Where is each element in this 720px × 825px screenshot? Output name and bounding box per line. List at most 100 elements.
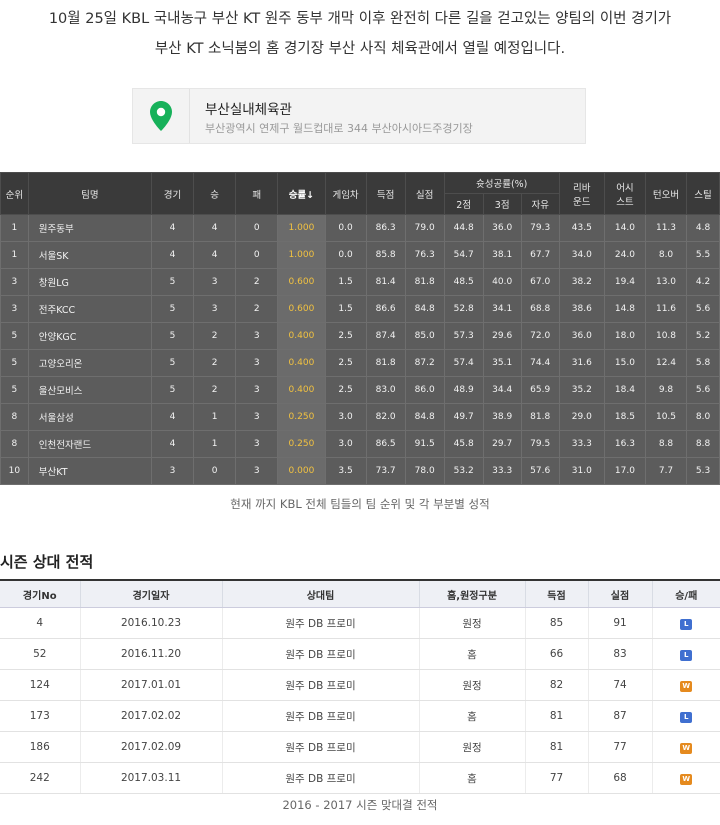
standings-cell-rank: 10 [0,457,29,485]
standings-row[interactable]: 5 안양KGC 5 2 3 0.400 2.5 87.4 85.0 57.3 29.6 72.0 36.… [0,322,720,350]
standings-cell-rank: 8 [0,430,29,458]
col-pct-sorted[interactable]: 승률↓ [277,172,326,215]
standings-cell-rank: 8 [0,403,29,431]
standings-cell-fg3: 36.0 [482,214,522,242]
col-gb[interactable]: 게임차 [324,172,367,215]
standings-cell-to: 8.0 [644,241,688,269]
standings-row[interactable]: 3 전주KCC 5 3 2 0.600 1.5 86.6 84.8 52.8 34.1 68.8 38.… [0,295,720,323]
h2h-cell-ha: 홈 [418,638,525,670]
standings-cell-reb: 31.6 [558,349,605,377]
standings-cell-pf: 86.6 [365,295,406,323]
h2h-row: 186 2017.02.09 원주 DB 프로미 원정 81 77 W [0,731,720,763]
standings-cell-team[interactable]: 서울삼성 [27,403,152,431]
standings-cell-rank: 5 [0,376,29,404]
standings-cell-pct: 1.000 [277,241,326,269]
col-games[interactable]: 경기 [150,172,195,215]
standings-cell-ast: 24.0 [603,241,646,269]
standings-cell-ast: 14.8 [603,295,646,323]
col-pf[interactable]: 득점 [365,172,406,215]
h2h-row: 4 2016.10.23 원주 DB 프로미 원정 85 91 L [0,607,720,639]
standings-row[interactable]: 5 울산모비스 5 2 3 0.400 2.5 83.0 86.0 48.9 34.4 65.9 35.… [0,376,720,404]
standings-cell-team[interactable]: 고양오리온 [27,349,152,377]
standings-cell-fg2: 49.7 [443,403,484,431]
h2h-col-result: 승/패 [651,579,720,608]
standings-cell-pct: 1.000 [277,214,326,242]
col-to[interactable]: 턴오버 [644,172,688,215]
standings-row[interactable]: 10 부산KT 3 0 3 0.000 3.5 73.7 78.0 53.2 33.3 57.6 31.… [0,457,720,485]
standings-cell-ast: 18.4 [603,376,646,404]
standings-cell-reb: 38.2 [558,268,605,296]
standings-cell-to: 12.4 [644,349,688,377]
standings-cell-pa: 79.0 [404,214,445,242]
standings-caption: 현재 까지 KBL 전체 팀들의 팀 순위 및 각 부분별 성적 [230,497,490,511]
standings-cell-ast: 17.0 [603,457,646,485]
venue-card[interactable]: 부산실내체육관 부산광역시 연제구 월드컵대로 344 부산아시아드주경기장 [132,88,586,144]
venue-name[interactable]: 부산실내체육관 [205,98,292,118]
standings-cell-fg2: 48.5 [443,268,484,296]
standings-cell-games: 3 [150,457,195,485]
col-pa[interactable]: 실점 [404,172,445,215]
standings-cell-team[interactable]: 서울SK [27,241,152,269]
standings-cell-pct: 0.400 [277,376,326,404]
h2h-row: 173 2017.02.02 원주 DB 프로미 홈 81 87 L [0,700,720,732]
col-rank[interactable]: 순위 [0,172,29,215]
standings-cell-stl: 5.5 [686,241,720,269]
h2h-cell-date: 2016.11.20 [79,638,222,670]
standings-cell-team[interactable]: 부산KT [27,457,152,485]
standings-cell-gb: 2.5 [324,376,367,404]
col-wins[interactable]: 승 [193,172,237,215]
standings-cell-team[interactable]: 울산모비스 [27,376,152,404]
col-losses[interactable]: 패 [235,172,279,215]
col-fg2[interactable]: 2점 [443,193,484,215]
standings-row[interactable]: 1 서울SK 4 4 0 1.000 0.0 85.8 76.3 54.7 38.1 67.7 34.0… [0,241,720,269]
standings-cell-stl: 4.2 [686,268,720,296]
standings-cell-wins: 1 [193,430,237,458]
standings-cell-fg3: 38.1 [482,241,522,269]
h2h-row: 242 2017.03.11 원주 DB 프로미 홈 77 68 W [0,762,720,794]
standings-cell-stl: 8.0 [686,403,720,431]
h2h-cell-pf: 85 [524,607,588,639]
col-ast[interactable]: 어시 스트 [603,172,646,215]
standings-cell-to: 13.0 [644,268,688,296]
h2h-cell-ha: 홈 [418,762,525,794]
standings-cell-reb: 35.2 [558,376,605,404]
standings-cell-rank: 5 [0,349,29,377]
standings-cell-fg3: 29.6 [482,322,522,350]
standings-cell-team[interactable]: 창원LG [27,268,152,296]
standings-row[interactable]: 1 원주동부 4 4 0 1.000 0.0 86.3 79.0 44.8 36.0 79.3 43.5… [0,214,720,242]
h2h-cell-result: L [651,607,720,639]
col-stl[interactable]: 스틸 [686,172,720,215]
standings-cell-team[interactable]: 원주동부 [27,214,152,242]
standings-cell-to: 10.5 [644,403,688,431]
col-team[interactable]: 팀명 [27,172,152,215]
standings-cell-team[interactable]: 안양KGC [27,322,152,350]
standings-row[interactable]: 3 창원LG 5 3 2 0.600 1.5 81.4 81.8 48.5 40.0 67.0 38.2… [0,268,720,296]
standings-row[interactable]: 8 인천전자랜드 4 1 3 0.250 3.0 86.5 91.5 45.8 29.7 79.5 33… [0,430,720,458]
standings-cell-losses: 3 [235,403,279,431]
standings-cell-gb: 2.5 [324,349,367,377]
standings-cell-pf: 86.3 [365,214,406,242]
standings-cell-gb: 0.0 [324,214,367,242]
h2h-cell-opp: 원주 DB 프로미 [221,700,419,732]
standings-cell-stl: 5.3 [686,457,720,485]
standings-cell-team[interactable]: 전주KCC [27,295,152,323]
standings-cell-team[interactable]: 인천전자랜드 [27,430,152,458]
standings-cell-rank: 3 [0,295,29,323]
standings-row[interactable]: 5 고양오리온 5 2 3 0.400 2.5 81.8 87.2 57.4 35.1 74.4 31.… [0,349,720,377]
standings-cell-fg2: 54.7 [443,241,484,269]
col-fg3[interactable]: 3점 [482,193,522,215]
standings-cell-reb: 29.0 [558,403,605,431]
h2h-cell-pf: 81 [524,731,588,763]
col-ft[interactable]: 자유 [520,193,560,215]
standings-cell-reb: 38.6 [558,295,605,323]
standings-cell-pf: 73.7 [365,457,406,485]
standings-cell-gb: 3.0 [324,430,367,458]
h2h-cell-date: 2017.01.01 [79,669,222,701]
standings-cell-pct: 0.600 [277,268,326,296]
standings-cell-pa: 86.0 [404,376,445,404]
standings-cell-fg2: 44.8 [443,214,484,242]
standings-row[interactable]: 8 서울삼성 4 1 3 0.250 3.0 82.0 84.8 49.7 38.9 81.8 29.0… [0,403,720,431]
standings-cell-ft: 81.8 [520,403,560,431]
col-reb[interactable]: 리바 운드 [558,172,605,215]
h2h-cell-date: 2017.02.09 [79,731,222,763]
